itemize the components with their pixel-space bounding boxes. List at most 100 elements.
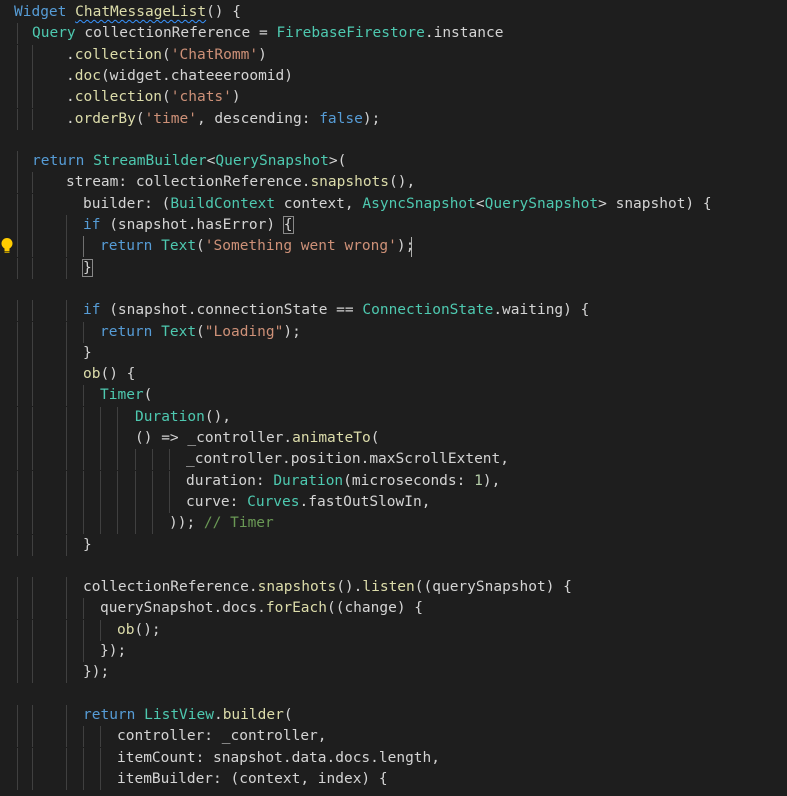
indent-guide: [32, 65, 33, 87]
code-line[interactable]: return Text('Something went wrong');: [0, 236, 787, 258]
code-line[interactable]: [0, 130, 787, 151]
code-line[interactable]: .collection('ChatRomm'): [0, 44, 787, 66]
indent-guide: [32, 300, 33, 322]
code-text: collectionReference.snapshots().listen((…: [83, 577, 572, 598]
code-line[interactable]: Timer(: [0, 385, 787, 407]
indent-guide: [17, 23, 18, 45]
code-token: return: [100, 238, 153, 255]
code-line[interactable]: .doc(widget.chateeeroomid): [0, 65, 787, 87]
code-line[interactable]: });: [0, 641, 787, 662]
indent-guide: [32, 704, 33, 726]
indent-guide: [83, 406, 84, 428]
code-line[interactable]: Duration(),: [0, 406, 787, 428]
indent-guide: [100, 491, 101, 513]
code-line[interactable]: ob() {: [0, 364, 787, 386]
code-token: forEach: [265, 600, 327, 617]
code-token: );: [283, 323, 301, 340]
code-text: .collection('chats'): [66, 87, 241, 108]
indent-guide: [83, 598, 84, 620]
code-token: ));: [169, 515, 204, 532]
code-line[interactable]: .orderBy('time', descending: false);: [0, 108, 787, 130]
code-line[interactable]: [0, 279, 787, 300]
code-token: return: [83, 706, 136, 723]
code-line[interactable]: () => _controller.animateTo(: [0, 428, 787, 449]
code-token: orderBy: [74, 110, 136, 127]
code-text: () => _controller.animateTo(: [135, 428, 379, 449]
code-token: StreamBuilder: [93, 153, 207, 170]
code-token: Widget: [14, 4, 67, 20]
code-line[interactable]: [0, 684, 787, 705]
code-line[interactable]: return StreamBuilder<QuerySnapshot>(: [0, 151, 787, 173]
code-token: "Loading": [204, 323, 284, 340]
indent-guide: [83, 726, 84, 748]
code-token: animateTo: [292, 430, 371, 446]
code-line[interactable]: itemCount: snapshot.data.docs.length,: [0, 747, 787, 769]
indent-guide: [17, 449, 18, 471]
code-line[interactable]: itemBuilder: (context, index) {: [0, 768, 787, 790]
code-text: }: [83, 535, 92, 556]
code-token: 'chats': [170, 89, 232, 106]
lightbulb-icon[interactable]: [0, 237, 14, 255]
indent-guide: [66, 342, 67, 364]
code-token: ConnectionState: [362, 302, 494, 319]
code-editor[interactable]: Widget ChatMessageList() {Query collecti…: [0, 0, 787, 796]
code-text: Timer(: [100, 385, 152, 406]
indent-guide: [152, 470, 153, 492]
code-line[interactable]: [0, 556, 787, 577]
indent-guide: [117, 449, 118, 471]
code-line[interactable]: querySnapshot.docs.forEach((change) {: [0, 598, 787, 620]
indent-guide: [83, 747, 84, 769]
code-text: return Text('Something went wrong');: [100, 236, 414, 257]
code-line[interactable]: )); // Timer: [0, 513, 787, 535]
code-line[interactable]: builder: (BuildContext context, AsyncSna…: [0, 193, 787, 215]
indent-guide: [17, 151, 18, 173]
code-line[interactable]: ob();: [0, 619, 787, 641]
code-line[interactable]: }: [0, 257, 787, 279]
indent-guide: [17, 662, 18, 684]
indent-guide: [17, 236, 18, 258]
indent-guide: [169, 491, 170, 513]
code-text: Duration(),: [135, 407, 231, 428]
code-line[interactable]: if (snapshot.connectionState == Connecti…: [0, 300, 787, 322]
indent-guide: [83, 768, 84, 790]
code-line[interactable]: curve: Curves.fastOutSlowIn,: [0, 491, 787, 513]
code-line[interactable]: controller: _controller,: [0, 726, 787, 748]
indent-guide: [100, 513, 101, 535]
indent-guide: [32, 342, 33, 364]
indent-guide: [66, 534, 67, 556]
code-line[interactable]: }: [0, 534, 787, 556]
code-line[interactable]: duration: Duration(microseconds: 1),: [0, 470, 787, 492]
code-token: return: [100, 323, 153, 340]
code-line[interactable]: stream: collectionReference.snapshots(),: [0, 172, 787, 194]
code-line[interactable]: _controller.position.maxScrollExtent,: [0, 449, 787, 471]
code-line[interactable]: .collection('chats'): [0, 87, 787, 109]
code-token: 'time': [144, 110, 197, 127]
code-line[interactable]: return ListView.builder(: [0, 704, 787, 726]
code-text: .orderBy('time', descending: false);: [66, 109, 380, 130]
code-line[interactable]: Query collectionReference = FirebaseFire…: [0, 23, 787, 45]
code-token: if: [83, 217, 101, 233]
indent-guide: [100, 428, 101, 449]
code-line[interactable]: collectionReference.snapshots().listen((…: [0, 577, 787, 599]
indent-guide: [32, 598, 33, 620]
code-token: false: [319, 110, 363, 127]
code-line[interactable]: if (snapshot.hasError) {: [0, 215, 787, 236]
indent-guide: [17, 726, 18, 748]
code-token: Query: [32, 25, 76, 42]
code-line[interactable]: }: [0, 342, 787, 364]
indent-guide: [32, 449, 33, 471]
indent-guide: [135, 491, 136, 513]
indent-guide: [32, 321, 33, 343]
code-text: });: [83, 662, 109, 683]
code-token: <: [475, 195, 485, 212]
indent-guide: [17, 65, 18, 87]
code-token: > snapshot) {: [598, 195, 712, 212]
indent-guide: [66, 619, 67, 641]
code-line[interactable]: });: [0, 662, 787, 684]
code-text: Query collectionReference = FirebaseFire…: [32, 23, 503, 44]
code-line[interactable]: Widget ChatMessageList() {: [0, 2, 787, 23]
indent-guide: [66, 470, 67, 492]
code-line[interactable]: return Text("Loading");: [0, 321, 787, 343]
